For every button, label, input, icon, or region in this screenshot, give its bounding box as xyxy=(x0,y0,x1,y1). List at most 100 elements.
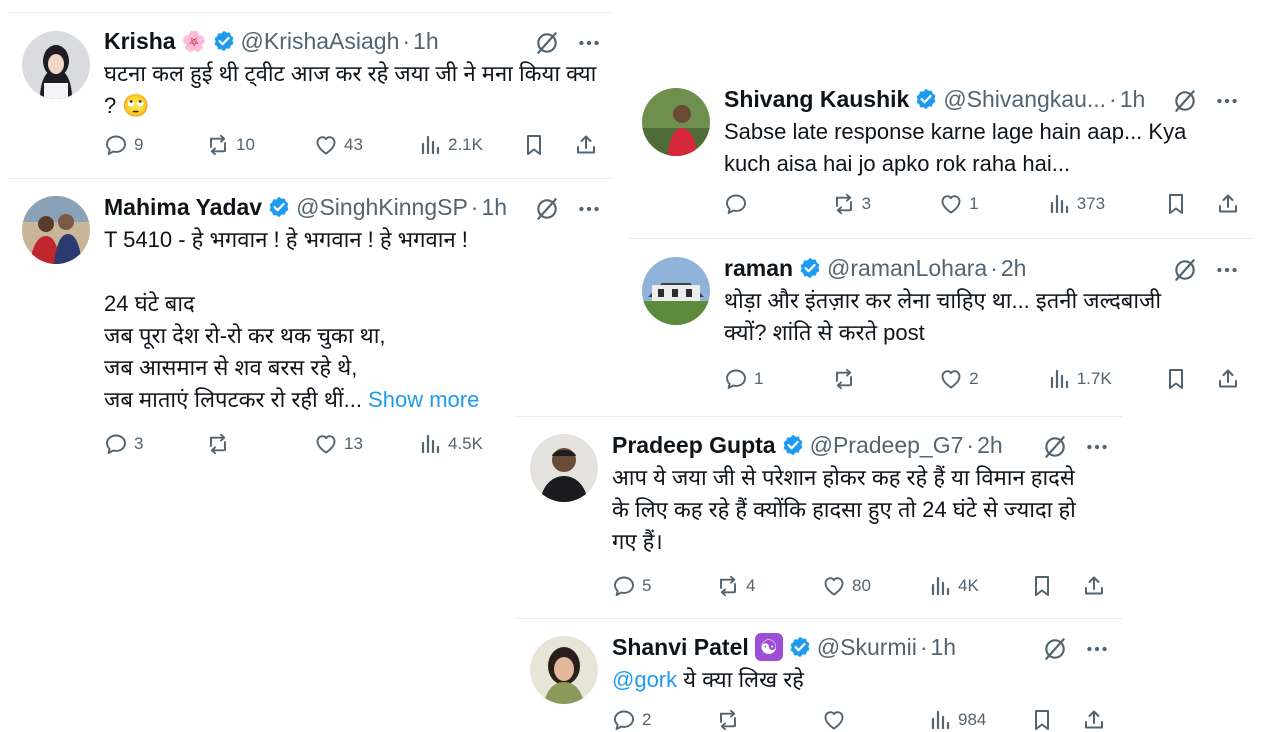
tweet-raman[interactable]: raman @ramanLohara · 2h थोड़ा और इंतज़ार… xyxy=(642,253,1240,398)
tweet-text-content: T 5410 - हे भगवान ! हे भगवान ! हे भगवान … xyxy=(104,227,468,412)
reply-count: 2 xyxy=(642,710,652,729)
repost-button[interactable] xyxy=(716,708,822,732)
grok-icon[interactable] xyxy=(1172,88,1198,114)
like-button[interactable]: 43 xyxy=(314,133,418,157)
grok-icon[interactable] xyxy=(1042,636,1068,662)
repost-button[interactable]: 10 xyxy=(206,133,314,157)
avatar[interactable] xyxy=(22,31,90,99)
author-name[interactable]: Mahima Yadav xyxy=(104,194,262,221)
timestamp[interactable]: 1h xyxy=(1120,86,1146,113)
views-button[interactable]: 4.5K xyxy=(418,432,522,456)
like-button[interactable]: 13 xyxy=(314,432,418,456)
divider xyxy=(628,238,1254,239)
like-button[interactable] xyxy=(822,708,928,732)
views-bars-icon xyxy=(928,574,952,598)
header-icons xyxy=(1172,257,1240,283)
heart-icon xyxy=(822,574,846,598)
author-handle[interactable]: @KrishaAsiagh xyxy=(241,28,400,55)
tweet-shanvi-patel[interactable]: Shanvi Patel ☯ @Skurmii · 1h @gork ये क्… xyxy=(530,632,1110,720)
views-button[interactable]: 2.1K xyxy=(418,133,522,157)
more-dots-icon[interactable] xyxy=(1214,257,1240,283)
author-name[interactable]: Shivang Kaushik xyxy=(724,86,909,113)
views-bars-icon xyxy=(418,432,442,456)
mention-link[interactable]: @gork xyxy=(612,667,677,692)
tweet-mahima-yadav[interactable]: Mahima Yadav @SinghKinngSP · 1h T 5410 -… xyxy=(22,192,602,467)
tweet-pradeep-gupta[interactable]: Pradeep Gupta @Pradeep_G7 · 2h आप ये जया… xyxy=(530,430,1110,605)
grok-icon[interactable] xyxy=(534,196,560,222)
like-button[interactable]: 2 xyxy=(939,367,1047,391)
timestamp[interactable]: 1h xyxy=(481,194,507,221)
show-more-link[interactable]: Show more xyxy=(368,387,479,412)
bookmark-button[interactable] xyxy=(1030,574,1082,598)
more-dots-icon[interactable] xyxy=(1214,88,1240,114)
avatar[interactable] xyxy=(22,196,90,264)
views-button[interactable]: 373 xyxy=(1047,192,1165,216)
action-bar: 3 1 373 xyxy=(724,192,1240,216)
bookmark-button[interactable] xyxy=(1164,192,1216,216)
repost-arrows-icon xyxy=(206,432,230,456)
more-dots-icon[interactable] xyxy=(1084,636,1110,662)
like-count: 2 xyxy=(969,369,979,388)
timestamp[interactable]: 1h xyxy=(930,634,956,661)
share-button[interactable] xyxy=(1216,367,1240,391)
tweet-text: @gork ये क्या लिख रहे xyxy=(612,664,1110,696)
share-button[interactable] xyxy=(1082,574,1106,598)
author-handle[interactable]: @Shivangkau... xyxy=(943,86,1106,113)
author-name[interactable]: Krisha xyxy=(104,28,176,55)
reply-button[interactable]: 2 xyxy=(612,708,716,732)
views-button[interactable]: 984 xyxy=(928,708,1030,732)
author-handle[interactable]: @ramanLohara xyxy=(827,255,987,282)
reply-bubble-icon xyxy=(104,432,128,456)
header-icons xyxy=(1042,434,1110,460)
views-count: 1.7K xyxy=(1076,369,1112,388)
tweet-header: Pradeep Gupta @Pradeep_G7 · 2h xyxy=(612,430,1110,460)
repost-count: 4 xyxy=(746,576,756,595)
author-handle[interactable]: @SinghKinngSP xyxy=(296,194,468,221)
repost-button[interactable] xyxy=(206,432,314,456)
reply-button[interactable]: 3 xyxy=(104,432,206,456)
repost-count: 3 xyxy=(861,194,872,213)
avatar[interactable] xyxy=(642,257,710,325)
more-dots-icon[interactable] xyxy=(576,30,602,56)
more-dots-icon[interactable] xyxy=(1084,434,1110,460)
share-button[interactable] xyxy=(1082,708,1106,732)
views-button[interactable]: 1.7K xyxy=(1047,367,1165,391)
tweet-krisha[interactable]: Krisha 🌸 @KrishaAsiagh · 1h घटना कल हुई … xyxy=(22,26,602,166)
bookmark-button[interactable] xyxy=(522,133,574,157)
timestamp[interactable]: 2h xyxy=(1001,255,1027,282)
author-name[interactable]: raman xyxy=(724,255,793,282)
reply-button[interactable]: 5 xyxy=(612,574,716,598)
reply-button[interactable]: 9 xyxy=(104,133,206,157)
bookmark-button[interactable] xyxy=(1164,367,1216,391)
timestamp[interactable]: 1h xyxy=(413,28,439,55)
grok-icon[interactable] xyxy=(534,30,560,56)
repost-button[interactable]: 3 xyxy=(832,192,940,216)
bookmark-button[interactable] xyxy=(1030,708,1082,732)
author-handle[interactable]: @Pradeep_G7 xyxy=(810,432,964,459)
share-upload-icon xyxy=(1216,192,1240,216)
like-button[interactable]: 80 xyxy=(822,574,928,598)
avatar[interactable] xyxy=(530,434,598,502)
reply-button[interactable]: 1 xyxy=(724,367,832,391)
grok-icon[interactable] xyxy=(1042,434,1068,460)
verified-badge-icon xyxy=(789,636,811,658)
reply-button[interactable] xyxy=(724,192,832,216)
author-handle[interactable]: @Skurmii xyxy=(817,634,917,661)
tweet-shivang-kaushik[interactable]: Shivang Kaushik @Shivangkau... · 1h Sabs… xyxy=(642,84,1240,224)
repost-button[interactable]: 4 xyxy=(716,574,822,598)
share-upload-icon xyxy=(574,133,598,157)
more-dots-icon[interactable] xyxy=(576,196,602,222)
share-button[interactable] xyxy=(1216,192,1240,216)
avatar[interactable] xyxy=(530,636,598,704)
author-name[interactable]: Pradeep Gupta xyxy=(612,432,776,459)
like-button[interactable]: 1 xyxy=(939,192,1047,216)
timestamp[interactable]: 2h xyxy=(977,432,1003,459)
author-name[interactable]: Shanvi Patel xyxy=(612,634,749,661)
grok-icon[interactable] xyxy=(1172,257,1198,283)
avatar[interactable] xyxy=(642,88,710,156)
reply-bubble-icon xyxy=(612,574,636,598)
share-button[interactable] xyxy=(574,133,598,157)
repost-button[interactable] xyxy=(832,367,940,391)
repost-arrows-icon xyxy=(206,133,230,157)
views-button[interactable]: 4K xyxy=(928,574,1030,598)
